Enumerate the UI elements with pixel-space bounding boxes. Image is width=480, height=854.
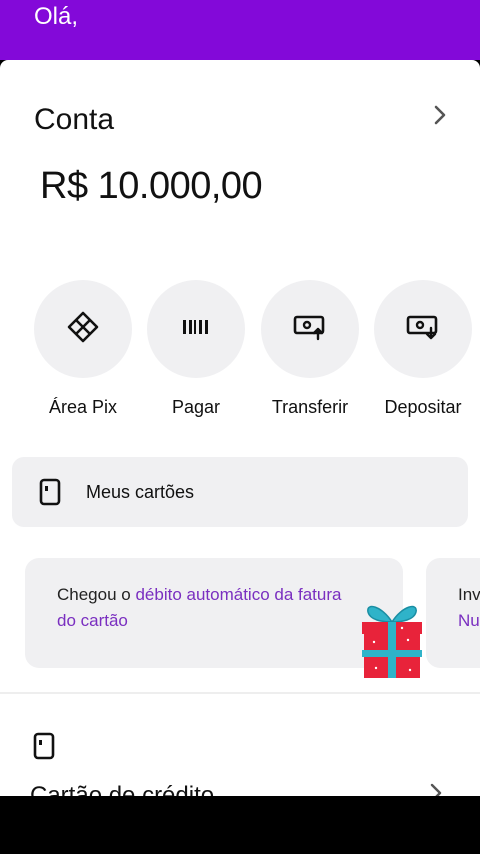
transfer-icon — [293, 313, 327, 346]
section-divider — [0, 692, 480, 694]
card-icon — [38, 478, 62, 506]
gift-icon — [356, 592, 428, 684]
chevron-right-icon[interactable] — [426, 780, 446, 796]
pix-icon — [66, 310, 100, 349]
bottom-bar — [0, 796, 480, 854]
promo2-line2: Nu — [458, 611, 480, 630]
card-icon — [32, 732, 56, 760]
greeting-text: Olá, — [34, 3, 79, 30]
barcode-icon — [181, 318, 211, 341]
action-circle[interactable] — [261, 280, 359, 378]
chevron-right-icon[interactable] — [428, 100, 452, 130]
action-depositar[interactable]: Depositar — [368, 280, 478, 418]
action-pagar[interactable]: Pagar — [141, 280, 251, 418]
action-label: Área Pix — [48, 397, 118, 417]
deposit-icon — [406, 313, 440, 346]
promo2-line1: Inv — [458, 585, 480, 604]
action-circle[interactable] — [374, 280, 472, 378]
promo-card[interactable]: Chegou o débito automático da fatura do … — [25, 558, 403, 668]
action-label: Depositar — [384, 397, 462, 417]
my-cards-button[interactable]: Meus cartões — [12, 457, 468, 527]
promo-card-secondary[interactable]: Inv Nu — [426, 558, 480, 668]
action-label: Pagar — [171, 397, 221, 417]
action-label: Transferir — [271, 397, 349, 417]
action-area-pix[interactable]: Área Pix — [28, 280, 138, 418]
promo-text: Chegou o débito automático da fatura do … — [57, 582, 357, 634]
my-cards-label: Meus cartões — [86, 481, 195, 502]
action-circle[interactable] — [34, 280, 132, 378]
promo-text-plain: Chegou o — [57, 585, 136, 604]
credit-card-title[interactable]: Cartão de crédito — [30, 782, 214, 796]
account-title[interactable]: Conta — [34, 102, 114, 138]
main-sheet: Conta R$ 10.000,00 Área Pix Pagar Transf… — [0, 60, 480, 796]
action-circle[interactable] — [147, 280, 245, 378]
top-header: Olá, — [0, 0, 480, 60]
action-transferir[interactable]: Transferir — [255, 280, 365, 418]
account-balance: R$ 10.000,00 — [40, 165, 263, 207]
